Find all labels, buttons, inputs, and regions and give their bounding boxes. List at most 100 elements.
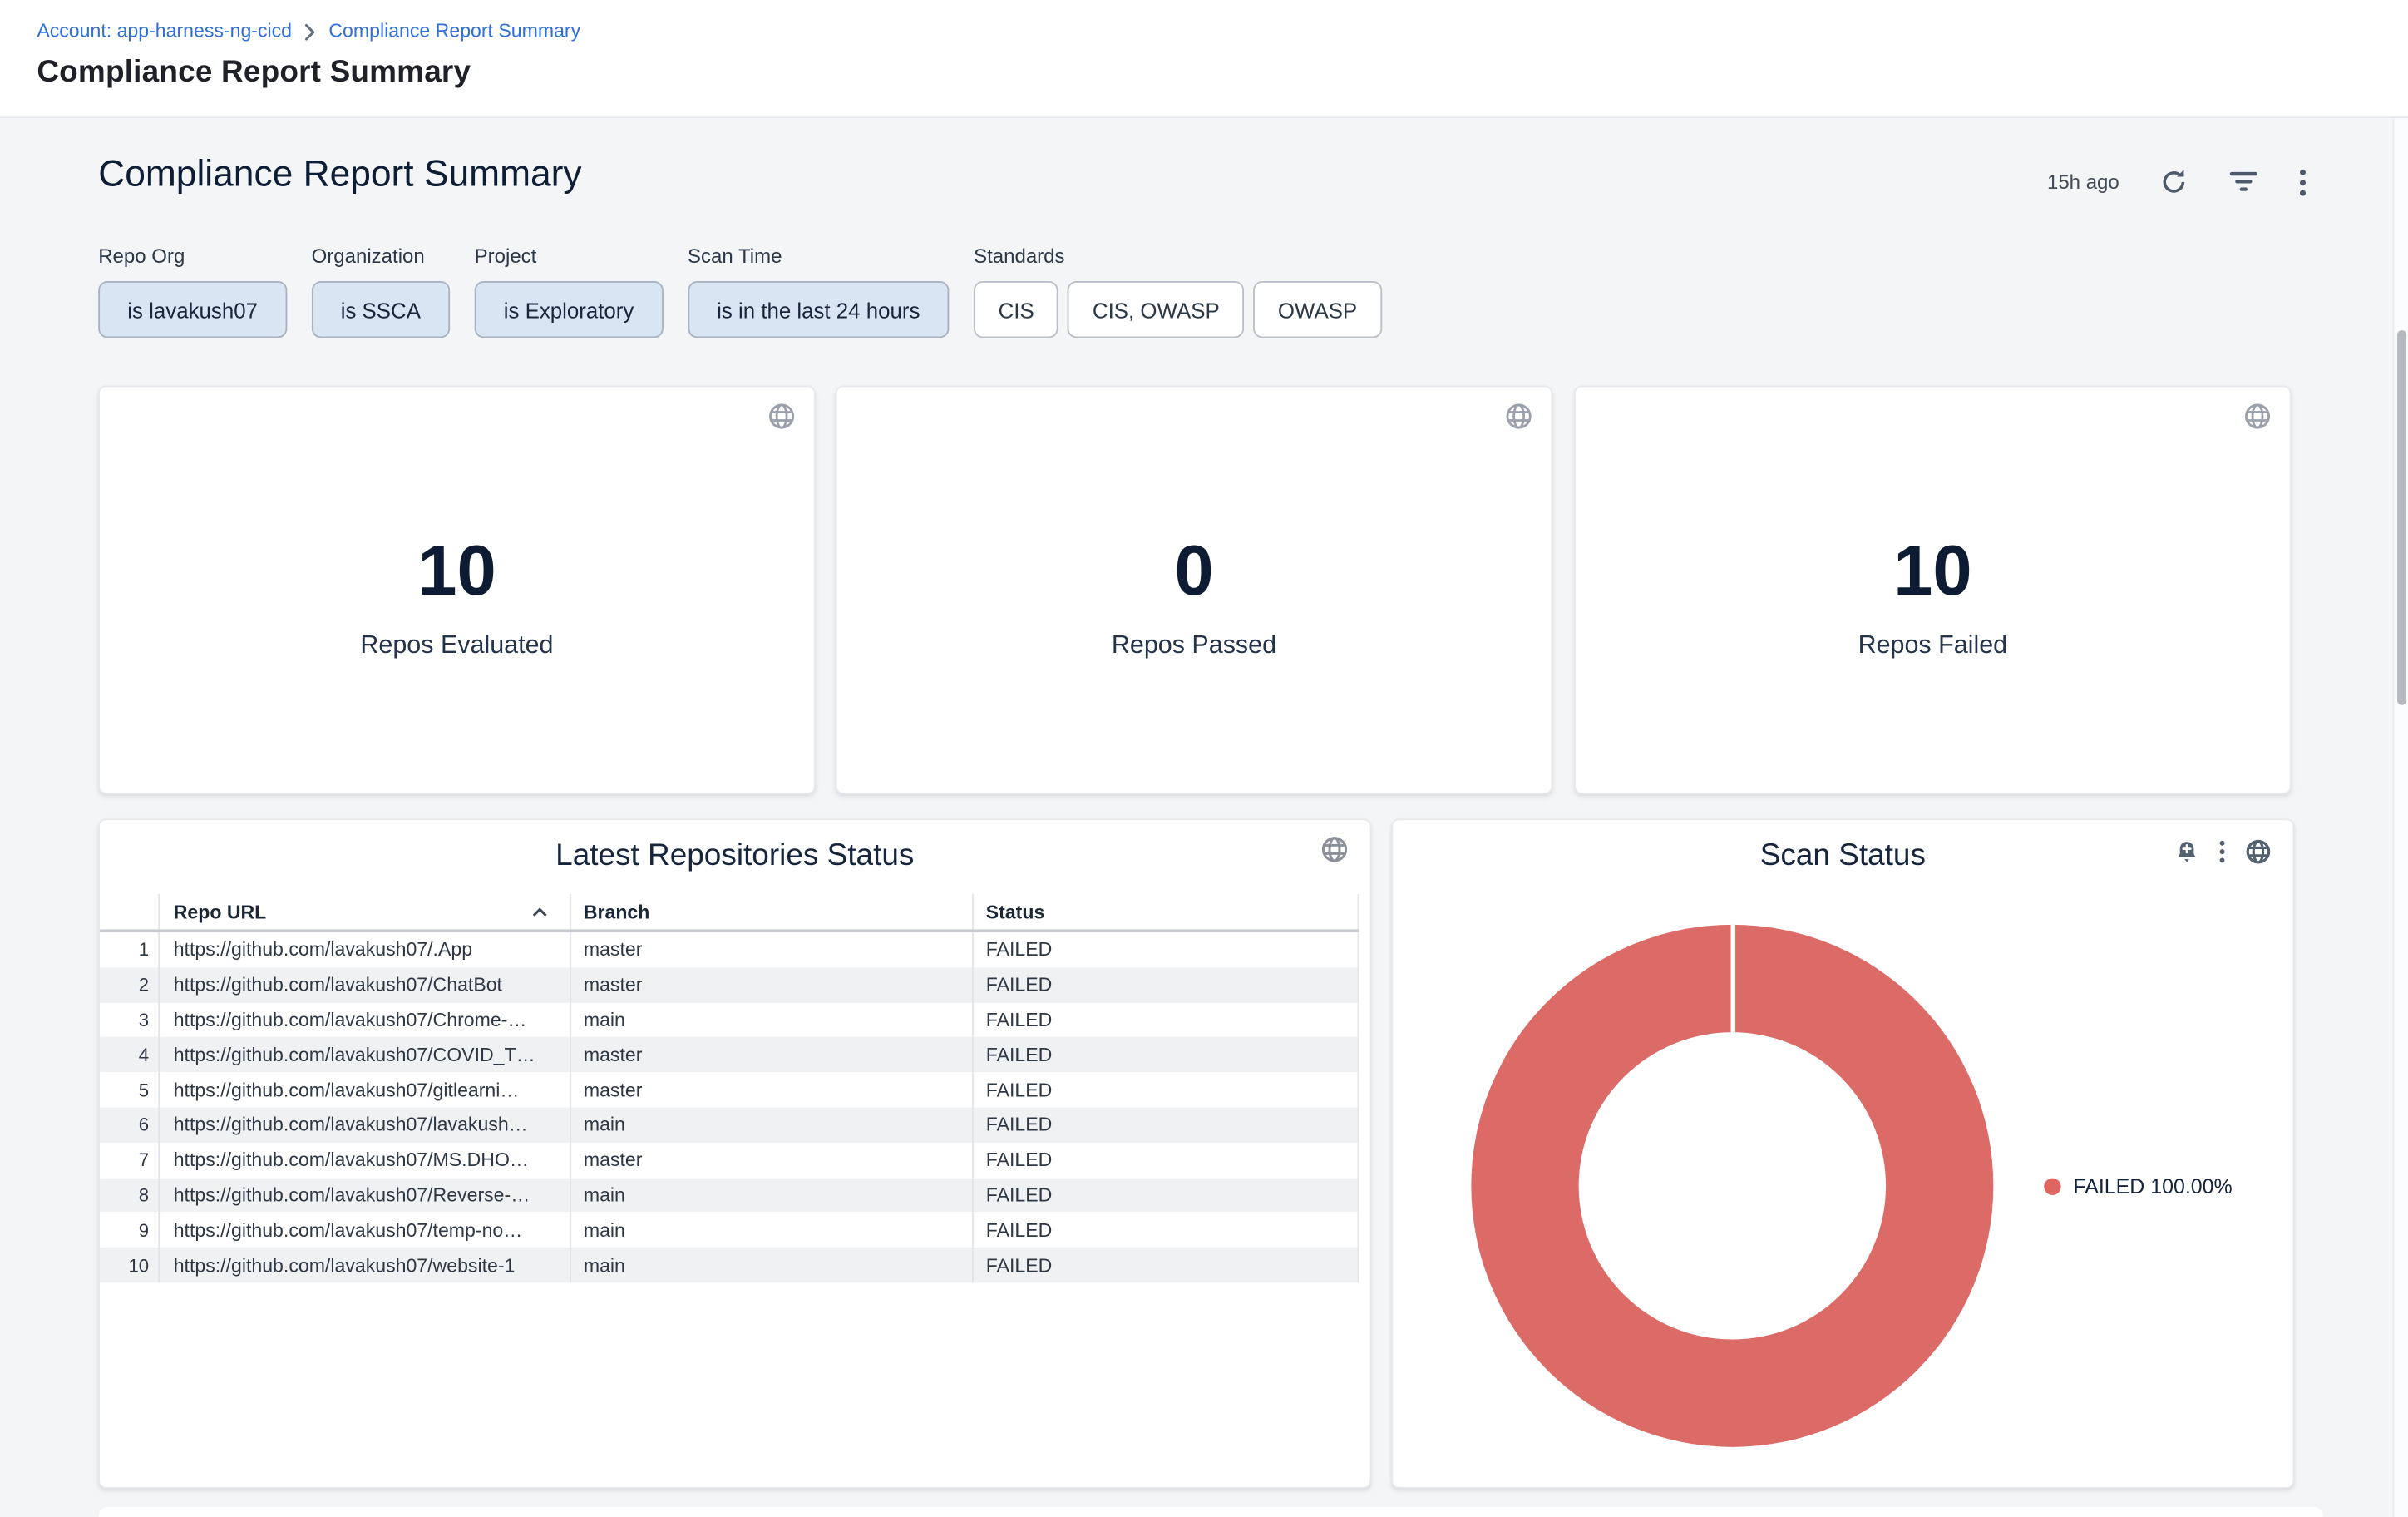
globe-icon — [1505, 403, 1532, 437]
status-cell: FAILED — [972, 932, 1359, 967]
filter-label: Standards — [974, 245, 1382, 268]
row-index: 1 — [100, 932, 158, 967]
globe-icon — [2243, 403, 2271, 437]
latest-repositories-card: Latest Repositories Status Repo URL Bran… — [98, 818, 1371, 1488]
table-row[interactable]: 6 https://github.com/lavakush07/lavakush… — [100, 1108, 1359, 1143]
filter-chip-project[interactable]: is Exploratory — [475, 281, 664, 338]
globe-icon — [1320, 836, 1348, 871]
tile-value: 0 — [1174, 531, 1213, 609]
filter-chip-organization[interactable]: is SSCA — [312, 281, 450, 338]
repo-url-cell: https://github.com/lavakush07/COVID_T… — [158, 1037, 570, 1072]
branch-cell: master — [570, 1143, 972, 1178]
repo-table: Repo URL Branch Status 1 https://github.… — [100, 894, 1359, 1282]
dashboard-canvas: Compliance Report Summary 15h ago Repo O… — [0, 118, 2408, 1517]
tile-label: Repos Failed — [1858, 631, 2008, 660]
status-cell: FAILED — [972, 1248, 1359, 1282]
filter-label: Repo Org — [98, 245, 287, 268]
status-cell: FAILED — [972, 1108, 1359, 1143]
scan-donut-ring[interactable] — [1471, 925, 1993, 1447]
standards-option-owasp[interactable]: OWASP — [1253, 281, 1381, 338]
table-row[interactable]: 8 https://github.com/lavakush07/Reverse-… — [100, 1178, 1359, 1213]
chevron-right-icon — [304, 22, 317, 41]
standards-option-cis[interactable]: CIS — [974, 281, 1058, 338]
bell-plus-icon[interactable] — [2174, 839, 2199, 864]
table-row[interactable]: 7 https://github.com/lavakush07/MS.DHO… … — [100, 1143, 1359, 1178]
scan-status-card: Scan Status FAILED 100.00% — [1391, 818, 2294, 1488]
standards-option-cis-owasp[interactable]: CIS, OWASP — [1068, 281, 1244, 338]
tile-value: 10 — [417, 531, 496, 609]
status-cell: FAILED — [972, 1037, 1359, 1072]
column-header-branch[interactable]: Branch — [570, 894, 972, 929]
status-cell: FAILED — [972, 1213, 1359, 1248]
legend-dot — [2044, 1178, 2060, 1194]
tile-value: 10 — [1893, 531, 1972, 609]
row-index: 7 — [100, 1143, 158, 1178]
scan-card-actions — [2174, 838, 2271, 864]
filter-standards: Standards CIS CIS, OWASP OWASP — [974, 245, 1382, 338]
chart-legend: FAILED 100.00% — [2044, 1172, 2232, 1199]
branch-cell: main — [570, 1002, 972, 1037]
table-row[interactable]: 1 https://github.com/lavakush07/.App mas… — [100, 932, 1359, 967]
row-index: 4 — [100, 1037, 158, 1072]
table-row[interactable]: 10 https://github.com/lavakush07/website… — [100, 1248, 1359, 1282]
row-index: 5 — [100, 1073, 158, 1108]
repo-url-cell: https://github.com/lavakush07/temp-no… — [158, 1213, 570, 1248]
globe-icon[interactable] — [2245, 838, 2271, 864]
table-body: 1 https://github.com/lavakush07/.App mas… — [100, 932, 1359, 1282]
breadcrumb-account-link[interactable]: Account: app-harness-ng-cicd — [37, 20, 292, 42]
page-scrollbar[interactable] — [2393, 118, 2408, 1517]
tile-repos-failed: 10 Repos Failed — [1574, 386, 2292, 794]
tile-repos-evaluated: 10 Repos Evaluated — [98, 386, 816, 794]
breadcrumb: Account: app-harness-ng-cicd Compliance … — [37, 15, 2408, 46]
table-title: Latest Repositories Status — [100, 838, 1369, 873]
table-row[interactable]: 5 https://github.com/lavakush07/gitlearn… — [100, 1073, 1359, 1108]
repo-url-cell: https://github.com/lavakush07/website-1 — [158, 1248, 570, 1282]
scan-status-title: Scan Status — [1393, 838, 2292, 873]
sort-asc-icon — [531, 901, 548, 922]
last-refreshed-label: 15h ago — [2047, 170, 2119, 194]
filter-label: Project — [475, 245, 664, 268]
row-index: 2 — [100, 967, 158, 1002]
refresh-icon[interactable] — [2159, 167, 2188, 196]
filter-scan-time: Scan Time is in the last 24 hours — [688, 245, 950, 338]
legend-label: FAILED 100.00% — [2073, 1174, 2232, 1198]
tile-label: Repos Evaluated — [360, 631, 553, 660]
table-row[interactable]: 9 https://github.com/lavakush07/temp-no…… — [100, 1213, 1359, 1248]
page-header: Account: app-harness-ng-cicd Compliance … — [0, 0, 2408, 118]
branch-cell: main — [570, 1178, 972, 1213]
status-cell: FAILED — [972, 1073, 1359, 1108]
breadcrumb-page-link[interactable]: Compliance Report Summary — [328, 20, 580, 42]
row-index: 3 — [100, 1002, 158, 1037]
branch-cell: master — [570, 1073, 972, 1108]
filter-label: Scan Time — [688, 245, 950, 268]
tile-label: Repos Passed — [1112, 631, 1276, 660]
table-row[interactable]: 3 https://github.com/lavakush07/Chrome-…… — [100, 1002, 1359, 1037]
filter-chip-repo-org[interactable]: is lavakush07 — [98, 281, 287, 338]
next-widget-top — [98, 1507, 2323, 1517]
dashboard-title: Compliance Report Summary — [98, 154, 581, 197]
column-header-repo-url[interactable]: Repo URL — [158, 894, 570, 929]
repo-url-cell: https://github.com/lavakush07/MS.DHO… — [158, 1143, 570, 1178]
branch-cell: main — [570, 1213, 972, 1248]
table-row[interactable]: 2 https://github.com/lavakush07/ChatBot … — [100, 967, 1359, 1002]
filter-project: Project is Exploratory — [475, 245, 664, 338]
repo-url-cell: https://github.com/lavakush07/lavakush… — [158, 1108, 570, 1143]
branch-cell: main — [570, 1108, 972, 1143]
column-header-status[interactable]: Status — [972, 894, 1359, 929]
table-header-row: Repo URL Branch Status — [100, 894, 1359, 932]
donut-slice-divider — [1730, 925, 1735, 1034]
row-index: 8 — [100, 1178, 158, 1213]
branch-cell: main — [570, 1248, 972, 1282]
kebab-menu-icon[interactable] — [2219, 840, 2225, 863]
row-index: 10 — [100, 1248, 158, 1282]
filter-icon[interactable] — [2228, 170, 2259, 194]
table-row[interactable]: 4 https://github.com/lavakush07/COVID_T…… — [100, 1037, 1359, 1072]
branch-cell: master — [570, 1037, 972, 1072]
kebab-menu-icon[interactable] — [2299, 168, 2307, 195]
scrollbar-thumb[interactable] — [2396, 330, 2406, 705]
filter-bar: Repo Org is lavakush07 Organization is S… — [98, 245, 1382, 338]
filter-chip-scan-time[interactable]: is in the last 24 hours — [688, 281, 950, 338]
column-header-label: Repo URL — [174, 901, 267, 922]
filter-label: Organization — [312, 245, 450, 268]
filter-organization: Organization is SSCA — [312, 245, 450, 338]
